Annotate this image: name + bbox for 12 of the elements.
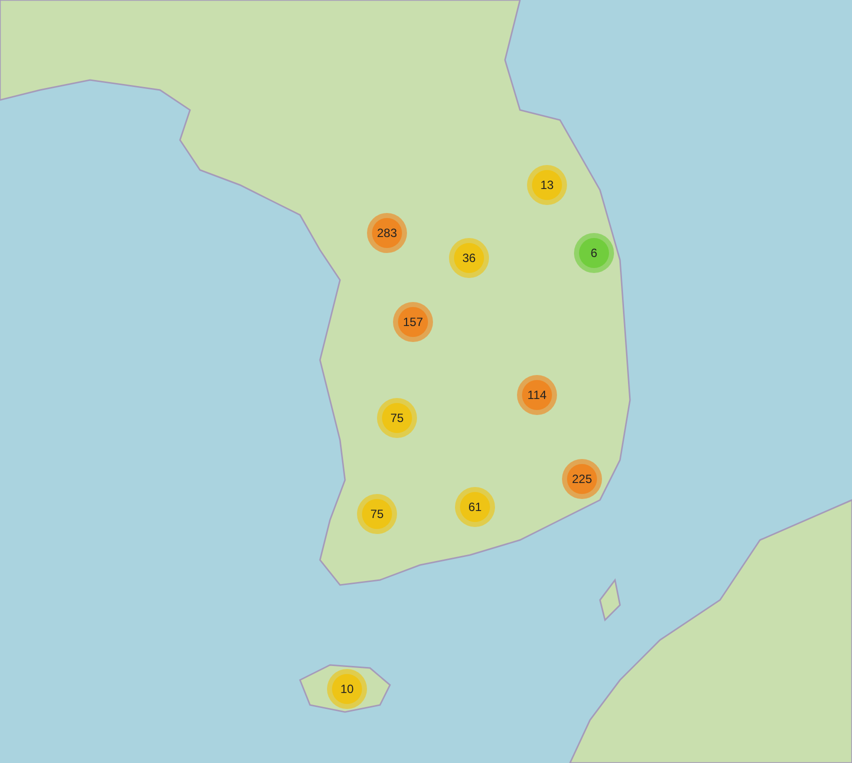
map-view[interactable]: 13 283 36 6 157 114 75 225 75 61 10 — [0, 0, 852, 763]
cluster-marker[interactable]: 114 — [517, 375, 557, 415]
cluster-marker[interactable]: 61 — [455, 487, 495, 527]
cluster-marker[interactable]: 225 — [562, 459, 602, 499]
cluster-marker[interactable]: 157 — [393, 302, 433, 342]
cluster-marker[interactable]: 75 — [357, 494, 397, 534]
cluster-marker[interactable]: 36 — [449, 238, 489, 278]
cluster-marker[interactable]: 283 — [367, 213, 407, 253]
cluster-marker[interactable]: 6 — [574, 233, 614, 273]
cluster-marker[interactable]: 13 — [527, 165, 567, 205]
cluster-marker[interactable]: 10 — [327, 669, 367, 709]
cluster-marker[interactable]: 75 — [377, 398, 417, 438]
